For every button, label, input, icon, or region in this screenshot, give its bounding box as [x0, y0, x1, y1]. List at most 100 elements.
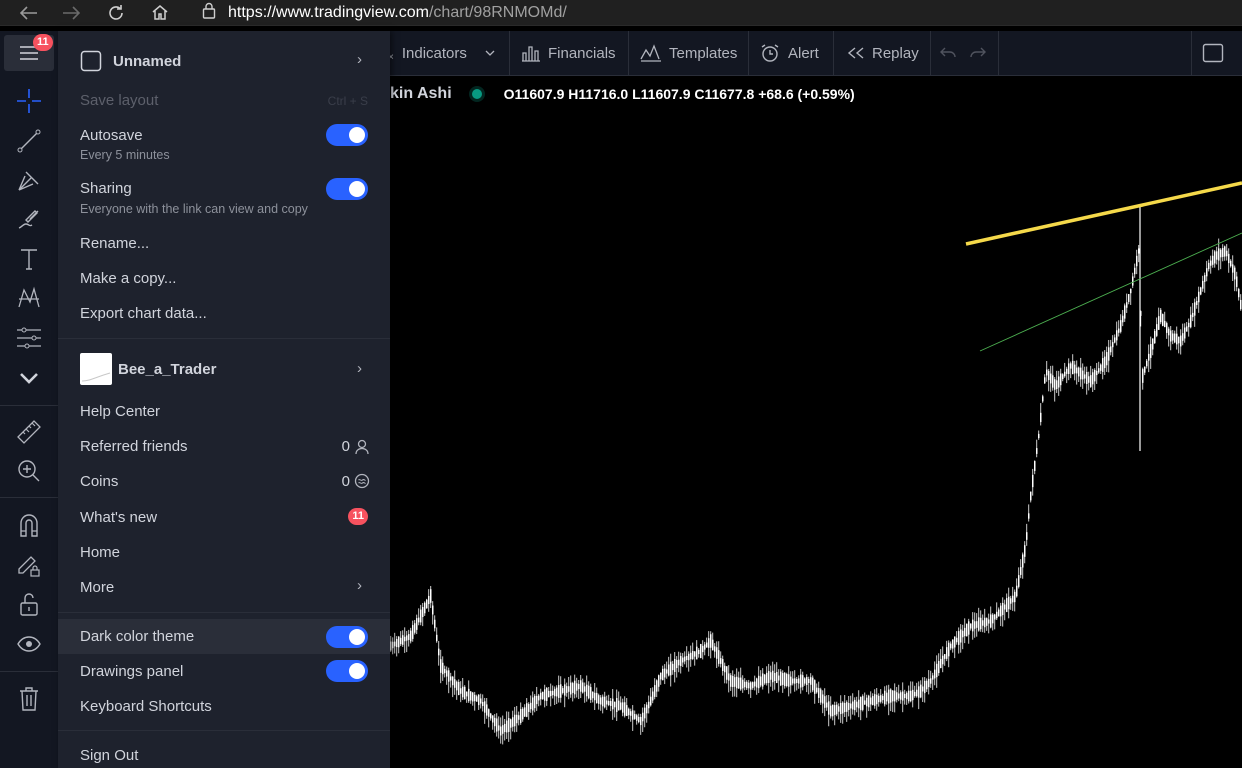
candle-body: [724, 665, 726, 673]
candle-body: [690, 652, 692, 660]
candle-body: [474, 694, 476, 702]
forecast-icon[interactable]: [10, 322, 48, 354]
candle-body: [1070, 363, 1072, 369]
candle-body: [698, 649, 700, 655]
brush-icon[interactable]: [10, 204, 48, 236]
toolbar-divider: [833, 31, 834, 75]
candle-body: [790, 676, 792, 686]
reload-icon[interactable]: [101, 0, 131, 25]
drawings-panel-item[interactable]: Drawings panel: [80, 663, 368, 680]
layout-square-icon: [1202, 43, 1224, 63]
candle-body: [1100, 364, 1102, 371]
candle-body: [1128, 294, 1130, 302]
candle-body: [908, 690, 910, 702]
referred-friends-item[interactable]: Referred friends: [80, 438, 368, 455]
crosshair-icon[interactable]: [10, 85, 48, 117]
candle-body: [756, 678, 758, 688]
eye-icon[interactable]: [10, 628, 48, 660]
ruler-icon[interactable]: [10, 416, 48, 448]
autosave-toggle[interactable]: [326, 124, 368, 146]
candle-body: [962, 630, 964, 638]
trend-line-green[interactable]: [979, 232, 1242, 352]
home-item[interactable]: Home: [80, 544, 368, 561]
whats-new-item[interactable]: What's new: [80, 509, 368, 526]
candle-body: [1228, 253, 1230, 264]
rename-item[interactable]: Rename...: [80, 235, 368, 252]
chevron-down-icon[interactable]: [10, 362, 48, 394]
autosave-item[interactable]: Autosave: [80, 127, 368, 144]
candle-body: [680, 656, 682, 666]
trend-line-yellow[interactable]: [965, 181, 1242, 246]
candle-body: [1198, 291, 1200, 303]
coins-count: 0: [341, 473, 350, 490]
chart-canvas[interactable]: [390, 76, 1242, 768]
candle-body: [728, 673, 730, 681]
drawings-panel-toggle[interactable]: [326, 660, 368, 682]
candle-body: [406, 635, 408, 641]
coins-item[interactable]: Coins: [80, 473, 368, 490]
alert-button[interactable]: Alert: [759, 31, 819, 75]
user-icon: [355, 439, 369, 455]
redo-button[interactable]: [970, 31, 993, 75]
dark-theme-toggle[interactable]: [326, 626, 368, 648]
candle-body: [876, 694, 878, 705]
replay-button[interactable]: Replay: [847, 31, 919, 75]
trash-icon[interactable]: [10, 683, 48, 715]
candle-body: [654, 685, 656, 697]
candle-body: [736, 676, 738, 689]
candle-body: [444, 668, 446, 674]
forward-icon[interactable]: [56, 0, 86, 25]
candle-body: [940, 658, 942, 669]
price-chart[interactable]: [390, 76, 1242, 768]
candle-body: [1062, 374, 1064, 380]
candle-body: [682, 657, 684, 663]
financials-button[interactable]: Financials: [521, 31, 616, 75]
candle-body: [718, 650, 720, 664]
candle-body: [766, 672, 768, 684]
candle-body: [864, 700, 866, 705]
home-icon[interactable]: [145, 0, 175, 25]
trend-line-icon[interactable]: [10, 125, 48, 157]
text-icon[interactable]: [10, 243, 48, 275]
candle-body: [1028, 513, 1030, 519]
dark-color-theme-item[interactable]: Dark color theme: [80, 628, 368, 645]
user-profile-row[interactable]: Bee_a_Trader: [80, 353, 368, 385]
zoom-in-icon[interactable]: [10, 455, 48, 487]
sharing-item[interactable]: Sharing: [80, 180, 368, 197]
make-copy-item[interactable]: Make a copy...: [80, 270, 368, 287]
indicators-button[interactable]: × Indicators: [388, 31, 495, 75]
menu-divider: [58, 338, 390, 339]
candle-body: [458, 682, 460, 695]
undo-button[interactable]: [940, 31, 963, 75]
lock-pencil-icon[interactable]: [10, 549, 48, 581]
back-icon[interactable]: [14, 0, 44, 25]
candle-body: [452, 676, 454, 686]
candle-body: [640, 716, 642, 726]
chart-name-row[interactable]: Unnamed: [80, 49, 368, 73]
address-bar[interactable]: https://www.tradingview.com/chart/98RNMO…: [198, 0, 1242, 25]
candle-body: [882, 695, 884, 701]
pitchfork-icon[interactable]: [10, 164, 48, 196]
candle-body: [1038, 433, 1040, 439]
candle-body: [506, 720, 508, 733]
candle-body: [1190, 314, 1192, 328]
candle-body: [594, 692, 596, 701]
help-center-item[interactable]: Help Center: [80, 403, 368, 420]
magnet-icon[interactable]: [10, 509, 48, 541]
layout-button[interactable]: [1202, 31, 1231, 75]
keyboard-shortcuts-item[interactable]: Keyboard Shortcuts: [80, 698, 368, 715]
unlock-icon[interactable]: [10, 588, 48, 620]
replay-icon: [847, 47, 864, 59]
more-item[interactable]: More: [80, 579, 368, 596]
candle-body: [1154, 330, 1156, 344]
sharing-toggle[interactable]: [326, 178, 368, 200]
templates-button[interactable]: Templates: [640, 31, 737, 75]
candle-body: [986, 618, 988, 626]
candle-body: [764, 674, 766, 684]
sign-out-item[interactable]: Sign Out: [80, 747, 368, 764]
candle-body: [1016, 585, 1018, 597]
export-chart-data-item[interactable]: Export chart data...: [80, 305, 368, 322]
pattern-icon[interactable]: [10, 282, 48, 314]
candle-body: [772, 670, 774, 683]
candle-body: [576, 683, 578, 691]
